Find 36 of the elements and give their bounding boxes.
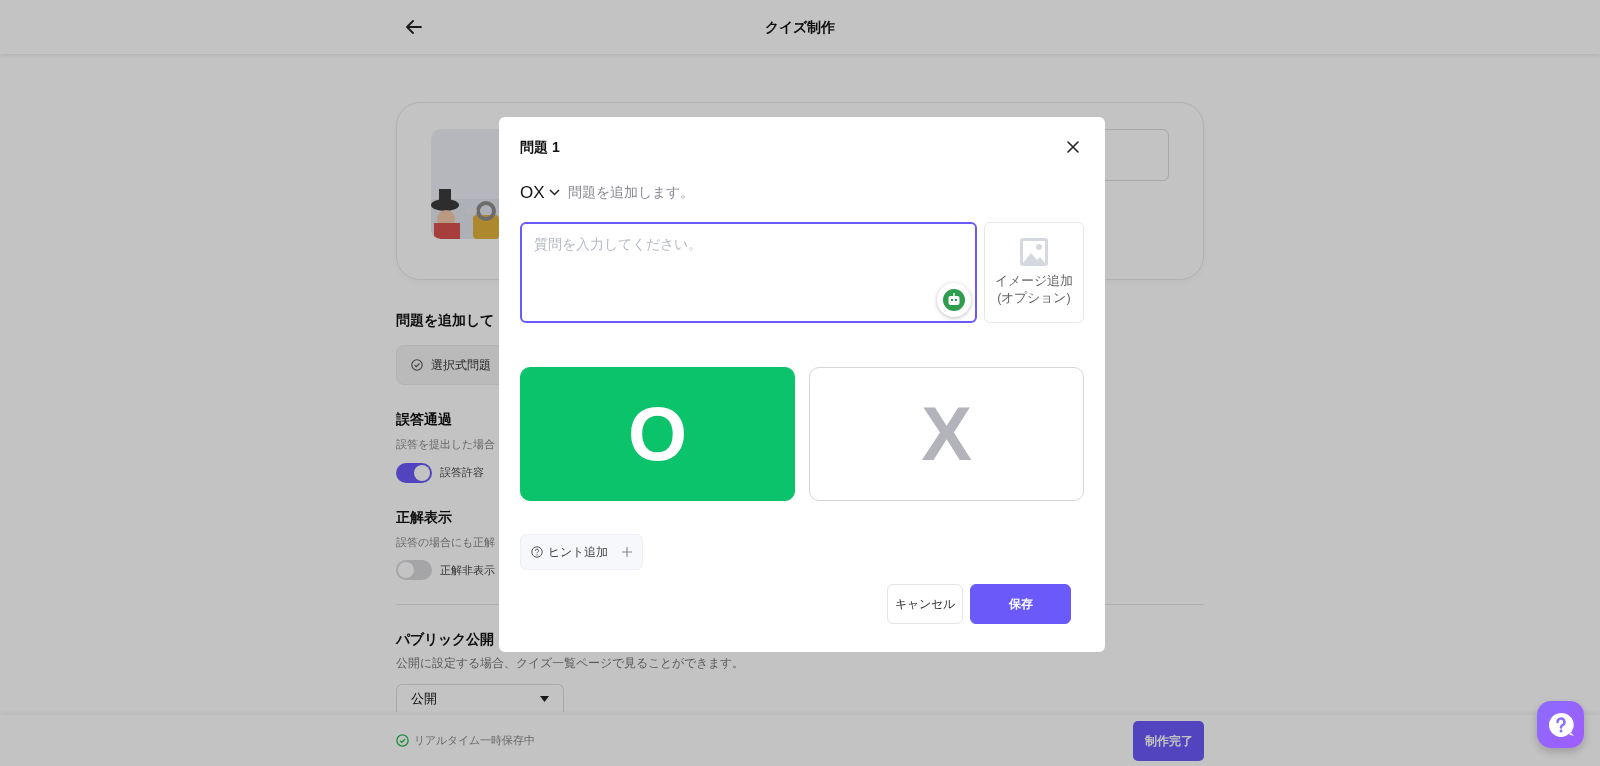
page-title: クイズ制作 (765, 17, 835, 37)
help-chat-icon (1546, 710, 1575, 739)
toggle-switch[interactable] (396, 462, 432, 483)
cancel-button[interactable]: キャンセル (887, 583, 963, 624)
setting-title: 誤答通過 (396, 410, 453, 429)
section-heading: 問題を追加して (396, 311, 495, 330)
add-hint-button[interactable]: ヒント追加 (520, 533, 643, 570)
complete-button[interactable]: 制作完了 (1133, 720, 1204, 761)
help-circle-icon (531, 545, 543, 558)
robot-icon (943, 288, 965, 311)
type-hint: 問題を追加します。 (567, 183, 694, 203)
chevron-down-icon (548, 189, 560, 197)
visibility-select[interactable]: 公開 (396, 684, 564, 712)
dropdown-caret-icon (540, 695, 549, 702)
save-button[interactable]: 保存 (970, 583, 1071, 624)
toggle-label: 正解非表示 (440, 562, 495, 578)
image-icon (1019, 236, 1049, 267)
help-button[interactable] (1537, 701, 1584, 748)
question-input-field[interactable]: 質問を入力してください。 (520, 221, 977, 323)
question-type-dropdown[interactable]: OX (520, 180, 560, 206)
toggle-switch[interactable] (396, 560, 432, 580)
setting-description: 誤答を提出した場合 (396, 437, 496, 452)
image-add-button[interactable]: イメージ追加 (オプション) (984, 221, 1084, 323)
section-description: 公開に設定する場合、クイズ一覧ページで見ることができます。 (396, 655, 745, 672)
setting-title: 正解表示 (396, 507, 453, 527)
dialog-title: 問題 1 (520, 137, 560, 157)
save-status: リアルタイム一時保存中 (414, 733, 535, 749)
section-heading: パブリック公開 (396, 630, 495, 649)
check-circle-icon (411, 359, 423, 371)
close-icon (1065, 139, 1081, 155)
plus-icon (622, 546, 632, 557)
setting-description: 誤答の場合にも正解 (396, 534, 496, 550)
toggle-label: 誤答許容 (440, 465, 484, 481)
check-circle-icon (396, 734, 409, 747)
back-arrow-icon[interactable] (406, 20, 422, 34)
close-button[interactable] (1065, 139, 1081, 155)
